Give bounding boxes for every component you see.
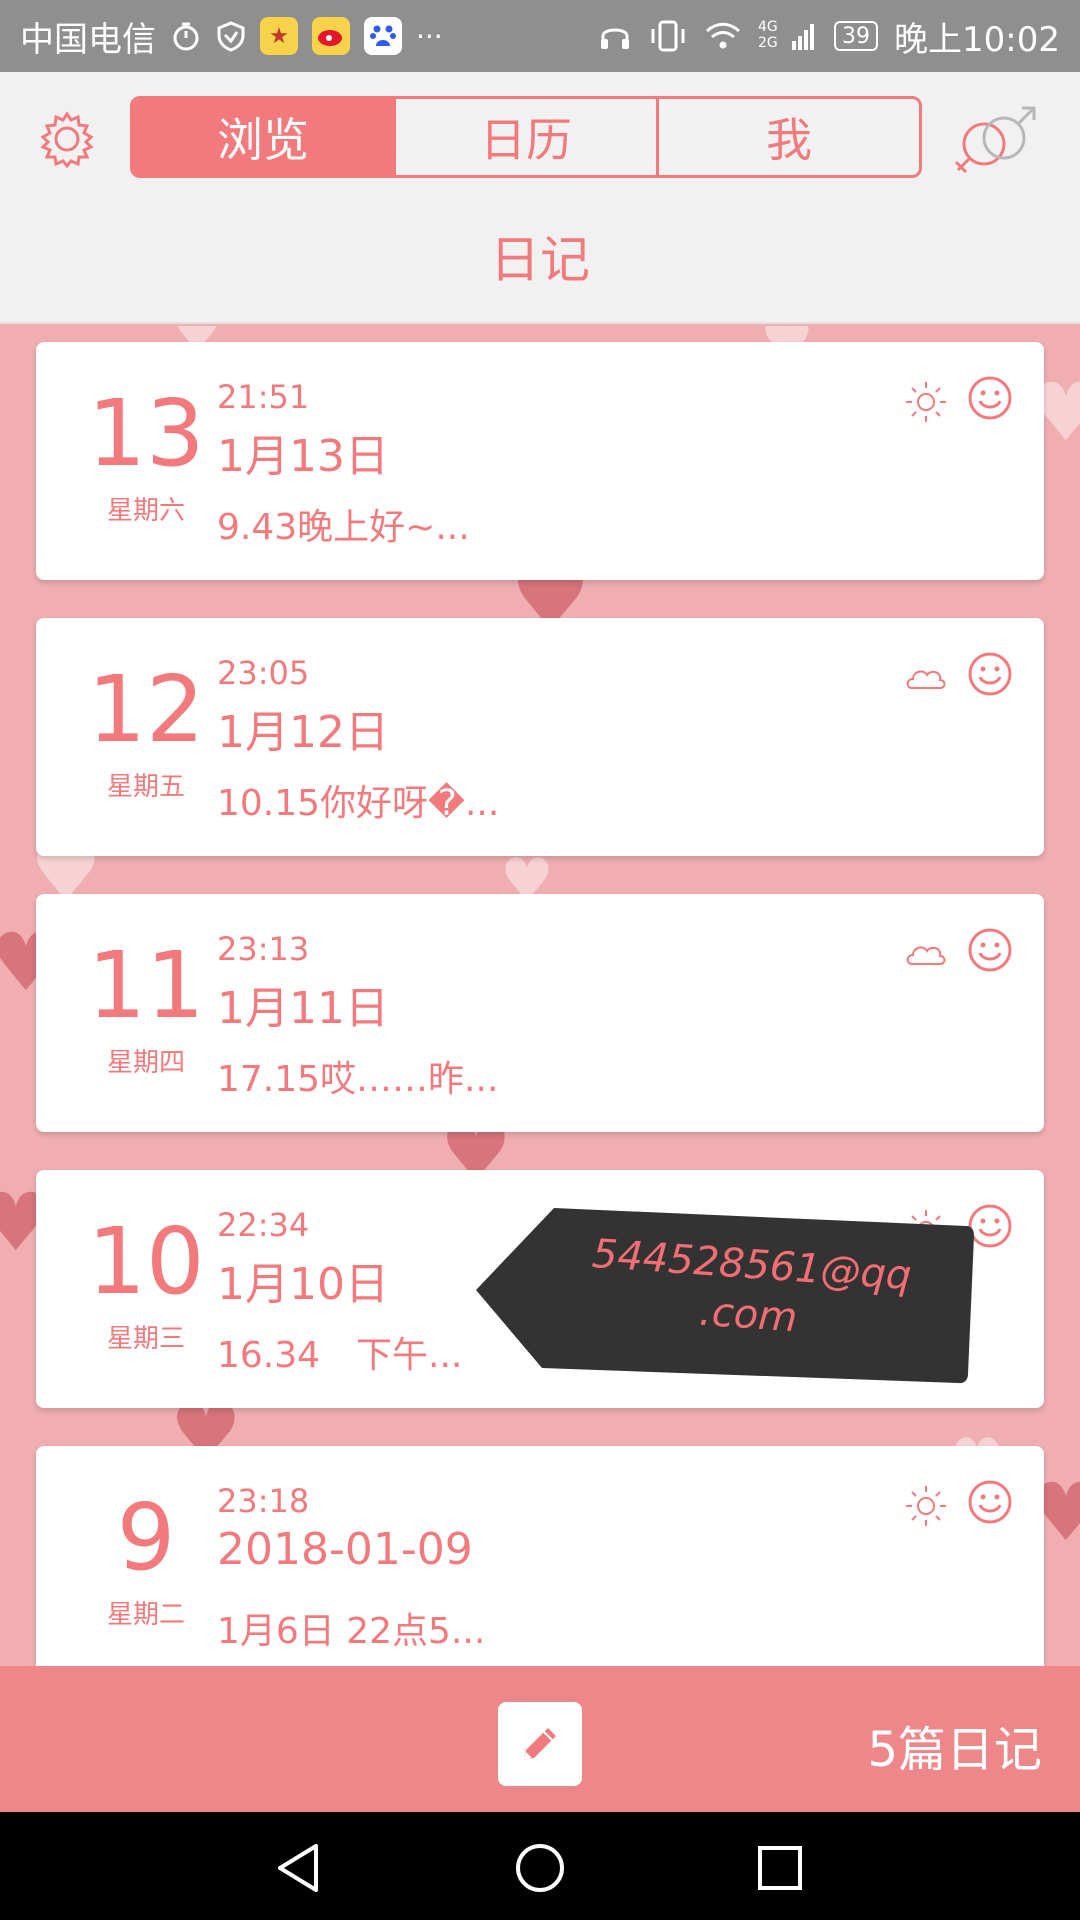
entry-title: 1月13日 (217, 431, 389, 482)
diary-entry-card[interactable]: 9 星期二 23:18 2018-01-09 1月6日 22点5... (36, 1446, 1044, 1666)
vpn-shield-icon (216, 20, 246, 52)
status-time: 晚上10:02 (894, 19, 1060, 60)
recents-icon[interactable] (752, 1840, 808, 1896)
entry-weekday: 星期二 (106, 1600, 185, 1630)
entry-count-label: 5篇日记 (867, 1722, 1042, 1778)
status-overflow-icon: ··· (416, 19, 443, 53)
diary-entry-card[interactable]: 12 星期五 23:05 1月12日 10.15你好呀�... (36, 618, 1044, 856)
entry-time: 23:05 (217, 654, 310, 692)
cloud-icon (906, 670, 946, 689)
bottom-action-bar: 5篇日记 (0, 1666, 1080, 1812)
entry-title: 1月10日 (217, 1259, 389, 1310)
stopwatch-icon (170, 20, 202, 52)
entry-weekday: 星期六 (106, 496, 185, 526)
baidu-app-icon (364, 17, 402, 55)
entry-day-number: 13 (87, 380, 205, 487)
entry-excerpt: 1月6日 22点5... (217, 1611, 486, 1652)
smiley-icon (968, 376, 1012, 420)
tab-me-label: 我 (766, 113, 812, 167)
entry-time: 22:34 (217, 1206, 310, 1244)
home-icon[interactable] (512, 1840, 568, 1896)
entry-excerpt: 9.43晚上好~... (217, 507, 470, 548)
entry-title: 2018-01-09 (217, 1524, 473, 1575)
entry-title: 1月11日 (217, 983, 389, 1034)
page-title: 日记 (490, 231, 590, 289)
entry-day-number: 10 (87, 1208, 205, 1315)
weibo-app-icon (312, 17, 350, 55)
sun-icon (906, 1486, 946, 1526)
tab-calendar-label: 日历 (480, 113, 572, 167)
status-bar: 中国电信 ★ ··· 4G 2G 39 晚上10:02 (0, 0, 1080, 72)
entry-time: 23:18 (217, 1482, 310, 1520)
smiley-icon (968, 1480, 1012, 1524)
wifi-icon (704, 21, 742, 51)
entry-weekday: 星期三 (106, 1324, 185, 1354)
entry-day-number: 9 (116, 1484, 176, 1591)
headphones-icon (598, 20, 632, 52)
diary-list[interactable]: ♥ ♥ ♥ ♥ ♥ ♥ ♥ ♥ ♥ ♥ ♥ ♥ 13 星期六 21:51 1月1… (0, 326, 1080, 1666)
entry-excerpt: 17.15哎……昨... (217, 1059, 499, 1100)
new-entry-button[interactable] (498, 1702, 582, 1786)
carrier-label: 中国电信 (20, 19, 156, 60)
gender-switch-icon[interactable] (950, 102, 1046, 182)
entry-excerpt: 16.34 下午... (217, 1335, 463, 1376)
network-2g-label: 2G (758, 35, 778, 51)
entry-weekday: 星期五 (106, 772, 185, 802)
pencil-icon (524, 1728, 556, 1760)
diary-entry-card[interactable]: 11 星期四 23:13 1月11日 17.15哎……昨... (36, 894, 1044, 1132)
entry-day-number: 11 (87, 932, 205, 1039)
tab-browse-label: 浏览 (217, 113, 309, 167)
signal-icon: 4G 2G (758, 19, 818, 53)
app-header: 浏览 日历 我 日记 (0, 72, 1080, 324)
diary-entry-card[interactable]: 13 星期六 21:51 1月13日 9.43晚上好~... (36, 342, 1044, 580)
tab-calendar[interactable]: 日历 (396, 99, 659, 175)
entry-day-number: 12 (87, 656, 205, 763)
smiley-icon (968, 1204, 1012, 1248)
battery-indicator: 39 (834, 21, 879, 51)
back-icon[interactable] (272, 1840, 328, 1896)
system-nav-bar (0, 1812, 1080, 1920)
entry-time: 21:51 (217, 378, 310, 416)
entry-title: 1月12日 (217, 707, 389, 758)
entry-time: 23:13 (217, 930, 310, 968)
tab-browse[interactable]: 浏览 (133, 99, 396, 175)
sun-icon (906, 1210, 946, 1250)
tab-me[interactable]: 我 (659, 99, 919, 175)
watermark-line2: .com (697, 1288, 799, 1342)
star-app-icon: ★ (260, 17, 298, 55)
view-tab-switcher: 浏览 日历 我 (130, 96, 922, 178)
smiley-icon (968, 652, 1012, 696)
entry-excerpt: 10.15你好呀�... (217, 783, 500, 824)
entry-weekday: 星期四 (106, 1048, 185, 1078)
vibrate-icon (648, 19, 688, 53)
settings-gear-icon[interactable] (36, 108, 98, 170)
sun-icon (906, 382, 946, 422)
network-4g-label: 4G (758, 19, 778, 35)
smiley-icon (968, 928, 1012, 972)
cloud-icon (906, 946, 946, 965)
